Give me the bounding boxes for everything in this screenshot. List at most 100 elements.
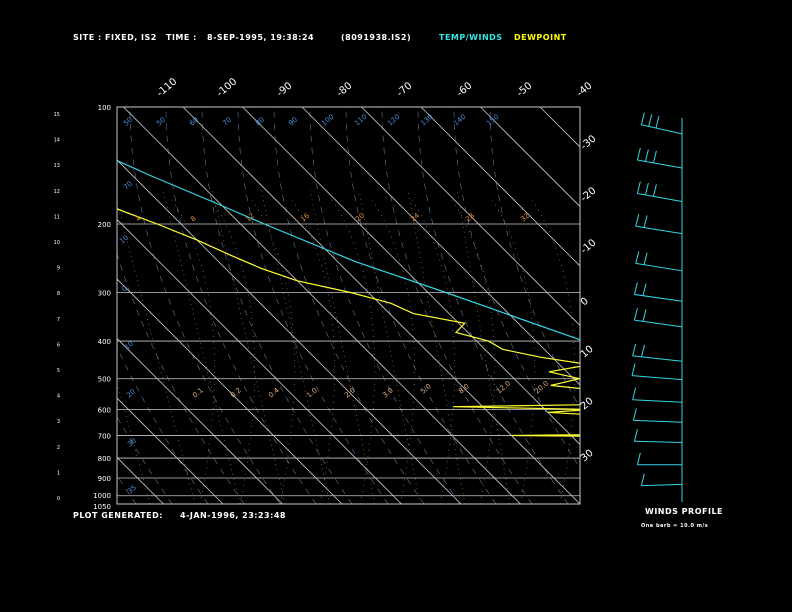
dry-adiabat-label: 150 (485, 113, 500, 128)
isotherm-line (301, 107, 580, 386)
isotherm-top-label: -40 (575, 80, 595, 99)
moist-adiabat-label: 12.0 (495, 379, 512, 395)
height-label: 5 (57, 368, 60, 374)
isotherm-line (117, 337, 283, 504)
isotherm-line (117, 159, 462, 504)
mixing-ratio-label: 8 (189, 215, 198, 224)
dry-adiabat-label: 50 (122, 116, 134, 128)
wind-barb-flag (655, 115, 660, 129)
wind-barb-flag (643, 252, 648, 265)
isotherm-line (117, 456, 164, 504)
moist-adiabat-label: 20.0 (533, 379, 550, 395)
dry-adiabat-line (129, 107, 281, 504)
plot-frame (116, 106, 581, 505)
height-label: 4 (57, 394, 60, 400)
wind-barb-flag (635, 251, 640, 264)
isotherm-top-label: -60 (455, 80, 475, 99)
height-label: 11 (54, 214, 60, 220)
pressure-label: 400 (98, 338, 111, 346)
isotherm-line (117, 218, 402, 504)
wind-barb-flag (640, 112, 645, 125)
wind-barb-flag (642, 309, 647, 322)
isotherm-right-label: -10 (579, 237, 599, 256)
wind-barb-flag (633, 308, 638, 321)
wind-barb-flag (636, 181, 641, 194)
dry-adiabat-label: 35 (126, 484, 138, 496)
dry-adiabat-label: 100 (320, 113, 335, 128)
isotherm-top-label: -100 (215, 76, 239, 99)
isotherm-right-label: 0 (579, 296, 591, 309)
wind-barb-flag (652, 184, 657, 197)
mixing-ratio-label: 32 (519, 212, 531, 224)
dry-adiabat-line (0, 107, 100, 504)
dry-adiabat-label: 80 (254, 116, 266, 128)
pressure-label: 1000 (93, 492, 111, 500)
dry-adiabat-label: 90 (287, 116, 299, 128)
isotherm-top-label: -50 (515, 80, 535, 99)
dry-adiabat-line (489, 107, 580, 409)
pressure-label: 200 (98, 221, 111, 229)
wind-barb-flag (652, 150, 657, 164)
moist-adiabat-label: 8.0 (457, 382, 471, 395)
dry-adiabat-line (165, 107, 317, 504)
height-label: 7 (57, 317, 60, 323)
height-label: 1 (57, 470, 60, 476)
height-label: 15 (54, 112, 60, 118)
pressure-label: 800 (98, 455, 111, 463)
dry-adiabat-line (309, 107, 461, 504)
height-label: 8 (57, 291, 60, 297)
isotherm-line (420, 107, 580, 267)
dry-adiabat-line (237, 107, 389, 504)
height-label: 10 (54, 240, 60, 246)
moist-adiabat-label: 5.0 (419, 382, 433, 395)
wind-barb-flag (641, 344, 645, 357)
dry-adiabat-label: 30 (126, 437, 138, 449)
isotherm-top-label: -110 (155, 76, 179, 99)
wind-barb-flag (633, 429, 638, 442)
height-label: 9 (57, 266, 60, 272)
isotherm-line (361, 107, 580, 327)
isotherm-line (117, 397, 224, 504)
wind-barb-flag (631, 363, 636, 376)
pressure-label: 900 (98, 475, 111, 483)
isotherm-top-label: -90 (275, 80, 295, 99)
dry-adiabat-label: 50 (155, 116, 167, 128)
wind-barb (634, 319, 683, 328)
height-label: 13 (54, 163, 60, 169)
isotherm-right-label: -30 (579, 133, 599, 152)
pressure-label: 1050 (93, 503, 111, 511)
mixing-ratio-label: 16 (299, 211, 311, 223)
dry-adiabat-line (453, 107, 580, 469)
mixing-ratio-label: 20 (354, 212, 366, 224)
mixing-ratio-line (456, 189, 511, 504)
wind-barb-flag (640, 473, 645, 486)
dry-adiabat-line (381, 107, 533, 504)
mixing-ratio-label: 12 (244, 212, 256, 224)
wind-barb (632, 399, 683, 403)
wind-barb (632, 355, 683, 362)
dry-adiabat-label: 120 (386, 113, 401, 128)
mixing-ratio-line (211, 189, 286, 504)
isotherm-line (480, 107, 580, 208)
pressure-label: 600 (98, 407, 111, 415)
dry-adiabat-label: 140 (452, 113, 467, 128)
height-label: 2 (57, 445, 60, 451)
wind-barb-flag (632, 387, 637, 400)
wind-barb-flag (633, 282, 638, 295)
isotherm-line (659, 107, 792, 504)
wind-barb-flag (644, 182, 649, 196)
dry-adiabat-line (117, 416, 173, 504)
dry-adiabat-label: 110 (353, 113, 368, 128)
wind-barb-flag (636, 147, 641, 161)
moist-adiabat-label: 0.4 (267, 386, 281, 400)
moist-adiabat-label: 1.0 (305, 386, 319, 399)
dry-adiabat-label: 60 (188, 116, 200, 128)
dry-adiabat-label: 70 (122, 180, 134, 192)
isotherm-line (0, 107, 104, 504)
isotherm-line (117, 278, 343, 504)
pressure-label: 700 (98, 433, 111, 441)
mixing-ratio-line (358, 189, 421, 504)
dewpoint-line (117, 208, 580, 437)
isotherm-line (182, 107, 580, 504)
moist-adiabat-label: 0.2 (229, 386, 243, 399)
